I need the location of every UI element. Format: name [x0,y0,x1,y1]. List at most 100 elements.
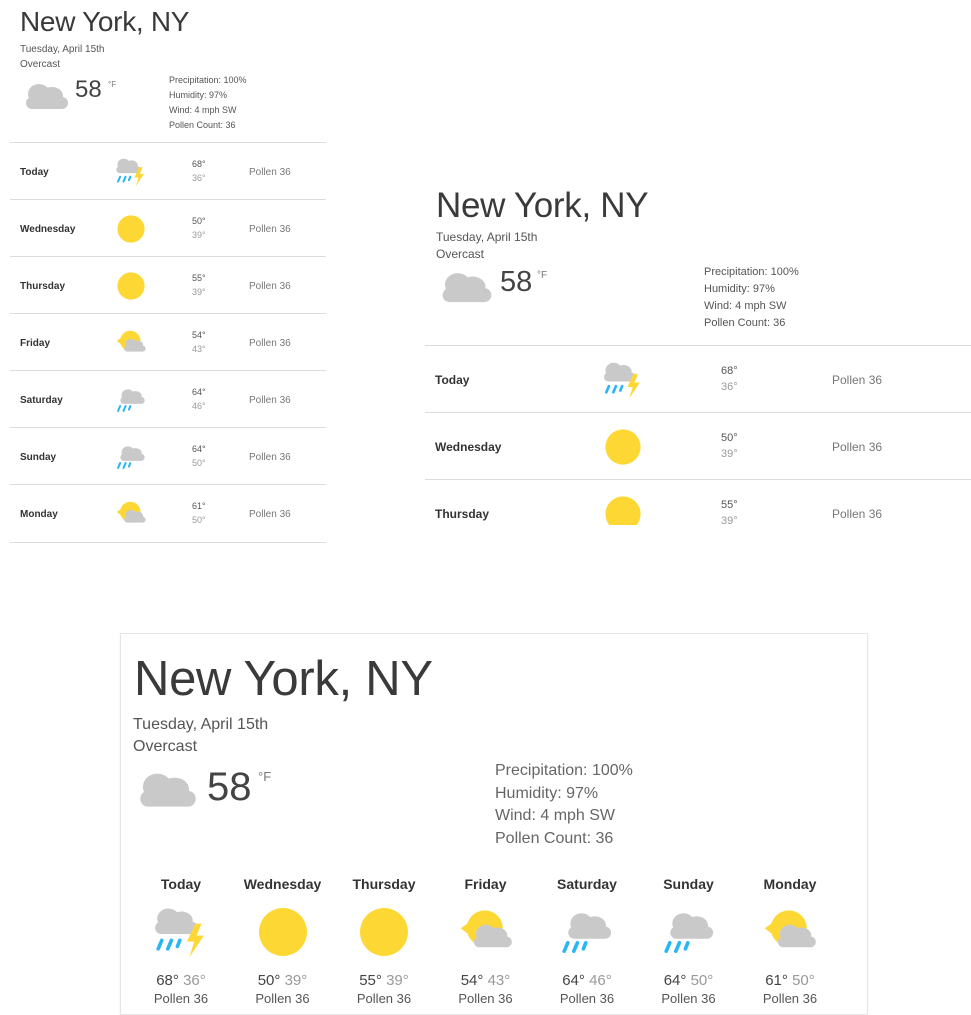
forecast-low: 39° [192,230,206,240]
forecast-low: 39° [721,448,738,460]
forecast-row: Friday 54° 43° Pollen 36 [10,313,326,371]
forecast-low: 46° [192,401,206,411]
tablet-layout: New York, NY Tuesday, April 15th Overcas… [425,180,971,525]
forecast-row: Thursday 55° 39° Pollen 36 [425,479,971,525]
wind-label: Wind: 4 mph SW [704,300,787,312]
partly-cloudy-icon [114,497,148,536]
wind-label: Wind: 4 mph SW [495,807,616,824]
wind-label: Wind: 4 mph SW [169,105,237,115]
forecast-low: 50° [192,515,206,525]
forecast-pollen: Pollen 36 [832,507,883,521]
sun-icon [601,492,645,525]
forecast-day: Saturday [557,876,617,892]
forecast-day: Friday [464,876,507,892]
date-label: Tuesday, April 15th [436,230,538,244]
temp-unit: °F [108,80,117,89]
forecast-temps: 54° 43° [441,972,531,989]
forecast-low: 50° [690,972,714,989]
forecast-pollen: Pollen 36 [559,991,615,1006]
details-block: Precipitation: 100% Humidity: 97% Wind: … [495,760,633,850]
cloud-icon [438,268,496,306]
sun-icon [354,902,414,962]
temp-unit: °F [258,769,272,784]
forecast-pollen: Pollen 36 [153,991,209,1006]
current-temp: 58 [500,266,533,298]
rain-cloud-icon [557,902,617,962]
phone-layout: New York, NY Tuesday, April 15th Overcas… [10,0,326,545]
partly-cloudy-icon [760,902,820,962]
forecast-low: 36° [721,381,738,393]
forecast-pollen: Pollen 36 [832,440,883,454]
forecast-low: 50° [192,458,206,468]
forecast-high: 55° [359,972,382,989]
forecast-day: Thursday [20,281,66,292]
forecast-row: Saturday 64° 46° Pollen 36 [10,370,326,428]
condition-label: Overcast [436,247,485,261]
forecast-row: Monday 61° 50° Pollen 36 [10,484,326,542]
pollen-count-label: Pollen Count: 36 [704,317,786,329]
desktop-layout-card: New York, NY Tuesday, April 15th Overcas… [120,633,868,1015]
forecast-high: 50° [721,432,738,444]
forecast-pollen: Pollen 36 [832,373,883,387]
sun-icon [114,212,148,251]
precipitation-label: Precipitation: 100% [169,75,247,85]
forecast-low: 43° [192,344,206,354]
forecast-row: Sunday 64° 50° Pollen 36 [10,427,326,485]
forecast-temps: 61° 50° [745,972,835,989]
condition-label: Overcast [133,738,198,755]
location-title: New York, NY [134,652,433,706]
forecast-column: Wednesday 50° 39° Pollen 36 [238,876,328,1006]
forecast-day: Today [435,373,470,387]
forecast-high: 50° [257,972,281,989]
forecast-row: Today 68° 36° Pollen 36 [10,142,326,200]
forecast-column: Thursday 55° 39° Pollen 36 [339,876,429,1006]
forecast-column: Sunday 64° 50° Pollen 36 [644,876,734,1006]
forecast-row: Wednesday 50° 39° Pollen 36 [425,412,971,480]
thunderstorm-icon [151,902,211,962]
forecast-low: 39° [386,972,409,989]
forecast-high: 54° [460,972,484,989]
rain-cloud-icon [114,383,148,422]
current-temp: 58 [207,765,252,809]
sun-icon [601,425,645,474]
forecast-low: 36° [183,972,206,989]
forecast-day: Today [160,876,202,892]
rain-cloud-icon [114,440,148,479]
forecast-temps: 50° 39° [238,972,328,989]
forecast-pollen: Pollen 36 [249,281,291,292]
forecast-low: 43° [487,972,511,989]
forecast-temps: 68° 36° [136,972,226,989]
forecast-high: 55° [721,499,738,511]
forecast-high: 64° [663,972,687,989]
details-block: Precipitation: 100% Humidity: 97% Wind: … [169,73,247,133]
forecast-temps: 64° 50° [644,972,734,989]
forecast-day: Sunday [663,876,714,892]
forecast-column: Monday 61° 50° Pollen 36 [745,876,835,1006]
forecast-high: 50° [192,216,206,226]
partly-cloudy-icon [114,326,148,365]
date-label: Tuesday, April 15th [20,44,105,55]
forecast-high: 55° [192,273,206,283]
forecast-pollen: Pollen 36 [249,509,291,520]
humidity-label: Humidity: 97% [169,90,228,100]
forecast-day: Today [20,167,49,178]
forecast-day: Wednesday [435,440,502,454]
location-title: New York, NY [436,186,649,225]
condition-label: Overcast [20,59,61,70]
forecast-pollen: Pollen 36 [661,991,716,1006]
forecast-row: Wednesday 50° 39° Pollen 36 [10,199,326,257]
forecast-pollen: Pollen 36 [249,452,291,463]
forecast-column: Today 68° 36° Pollen 36 [136,876,226,1006]
forecast-pollen: Pollen 36 [249,224,291,235]
forecast-high: 68° [721,365,738,377]
forecast-low: 46° [589,972,612,989]
partly-cloudy-icon [456,902,516,962]
forecast-low: 39° [284,972,308,989]
sun-icon [114,269,148,308]
pollen-count-label: Pollen Count: 36 [495,829,614,847]
forecast-column: Saturday 64° 46° Pollen 36 [542,876,632,1006]
forecast-low: 50° [792,972,815,989]
thunderstorm-icon [114,155,148,194]
forecast-high: 64° [562,972,585,989]
cloud-icon [135,768,201,811]
